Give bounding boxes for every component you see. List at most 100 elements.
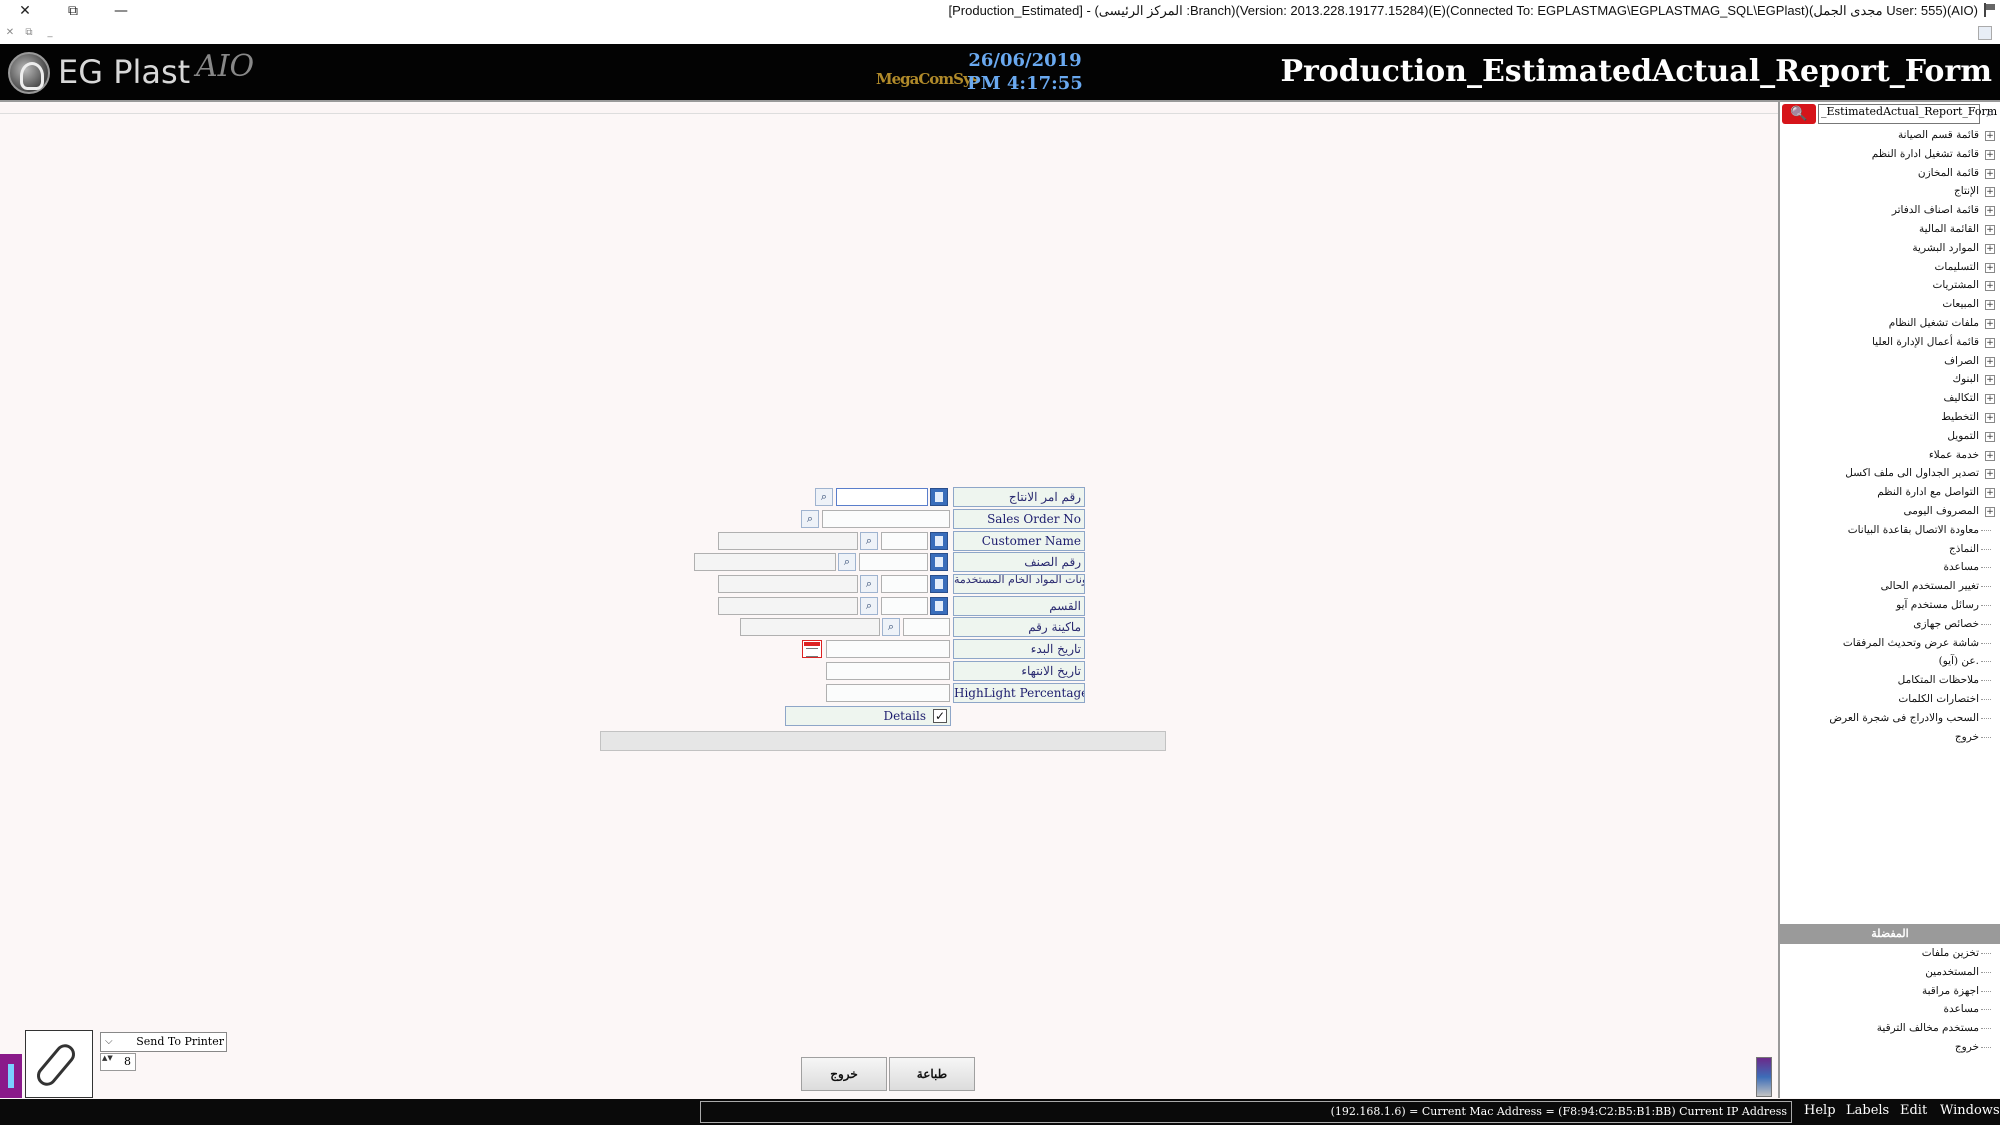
tree-item[interactable]: قائمة قسم الصيانة +	[1780, 126, 2000, 145]
spin-arrows-icon[interactable]: ▲▼	[102, 1054, 113, 1062]
lookup-list-icon[interactable]	[930, 553, 948, 571]
menu-edit[interactable]: Edit	[1900, 1103, 1927, 1118]
menu-search-input[interactable]: _EstimatedActual_Report_Form	[1818, 104, 1997, 124]
tree-item[interactable]: المشتريات +	[1780, 276, 2000, 295]
tree-item[interactable]: قائمة تشغيل ادارة النظم +	[1780, 145, 2000, 164]
menu-labels[interactable]: Labels	[1846, 1103, 1889, 1118]
expand-icon[interactable]: +	[1985, 450, 1995, 461]
tree-item[interactable]: الموارد البشرية +	[1780, 239, 2000, 258]
item-name-input[interactable]	[694, 553, 836, 571]
print-button[interactable]: طباعة	[889, 1057, 975, 1091]
tree-item[interactable]: خدمة عملاء +	[1780, 446, 2000, 465]
favorite-item[interactable]: المستخدمين	[1780, 963, 2000, 982]
expand-icon[interactable]: +	[1985, 375, 1995, 386]
expand-icon[interactable]: +	[1985, 243, 1995, 254]
tree-item[interactable]: التمويل +	[1780, 427, 2000, 446]
print-destination-select[interactable]: ⌵ Send To Printer	[100, 1032, 227, 1052]
expand-icon[interactable]: +	[1985, 318, 1995, 329]
tree-item[interactable]: التكاليف +	[1780, 389, 2000, 408]
exit-button[interactable]: خروج	[801, 1057, 887, 1091]
lookup-list-icon[interactable]	[930, 488, 948, 506]
expand-icon[interactable]: +	[1985, 168, 1995, 179]
tree-item[interactable]: مساعدة	[1780, 558, 2000, 577]
search-icon[interactable]: ⌕	[801, 510, 819, 528]
expand-icon[interactable]: +	[1985, 281, 1995, 292]
tree-item[interactable]: قائمة أعمال الإدارة العليا +	[1780, 333, 2000, 352]
materials-name-input[interactable]	[718, 575, 858, 593]
materials-code-input[interactable]	[881, 575, 928, 593]
expand-icon[interactable]: +	[1985, 224, 1995, 235]
mdi-minimize-button[interactable]: _	[43, 26, 57, 40]
lookup-list-icon[interactable]	[930, 532, 948, 550]
expand-icon[interactable]: +	[1985, 469, 1995, 480]
tree-item[interactable]: رسائل مستخدم آيو	[1780, 596, 2000, 615]
tree-item[interactable]: شاشة عرض وتحديث المرفقات	[1780, 634, 2000, 653]
tree-item[interactable]: التسليمات +	[1780, 258, 2000, 277]
favorite-item[interactable]: تخزين ملفات	[1780, 944, 2000, 963]
tree-item[interactable]: القائمة المالية +	[1780, 220, 2000, 239]
tree-item[interactable]: البنوك +	[1780, 370, 2000, 389]
search-icon[interactable]: 🔍	[1782, 104, 1816, 124]
lookup-list-icon[interactable]	[930, 575, 948, 593]
start-date-input[interactable]	[826, 640, 950, 658]
search-icon[interactable]: ⌕	[860, 532, 878, 550]
expand-icon[interactable]: +	[1985, 206, 1995, 217]
favorite-item[interactable]: خروج	[1780, 1038, 2000, 1057]
calendar-icon[interactable]	[802, 640, 822, 658]
highlight-percentage-input[interactable]	[826, 684, 950, 702]
expand-icon[interactable]: +	[1985, 300, 1995, 311]
tree-item[interactable]: قائمة اصناف الدفاتر +	[1780, 201, 2000, 220]
expand-icon[interactable]: +	[1985, 394, 1995, 405]
expand-icon[interactable]: +	[1985, 149, 1995, 160]
tree-item[interactable]: خصائص جهازى	[1780, 615, 2000, 634]
tree-item[interactable]: السحب والادراج فى شجرة العرض	[1780, 709, 2000, 728]
item-code-input[interactable]	[859, 553, 928, 571]
tree-item[interactable]: تغيير المستخدم الحالى	[1780, 577, 2000, 596]
tree-item[interactable]: تصدير الجداول الى ملف اكسل +	[1780, 464, 2000, 483]
search-icon[interactable]: ⌕	[860, 597, 878, 615]
side-tab-icon[interactable]	[0, 1054, 22, 1098]
tree-item[interactable]: التواصل مع ادارة النظم +	[1780, 483, 2000, 502]
color-palette-icon[interactable]	[1756, 1057, 1772, 1097]
search-icon[interactable]: ⌕	[882, 618, 900, 636]
tree-item[interactable]: الإنتاج +	[1780, 182, 2000, 201]
tree-item[interactable]: الصراف +	[1780, 352, 2000, 371]
expand-icon[interactable]: +	[1985, 506, 1995, 517]
end-date-input[interactable]	[826, 662, 950, 680]
search-icon[interactable]: ⌕	[860, 575, 878, 593]
tree-item[interactable]: النماذج	[1780, 540, 2000, 559]
tree-item[interactable]: التخطيط +	[1780, 408, 2000, 427]
machine-code-input[interactable]	[903, 618, 950, 636]
favorite-item[interactable]: اجهزة مراقبة	[1780, 982, 2000, 1001]
expand-icon[interactable]: +	[1985, 356, 1995, 367]
favorite-item[interactable]: مساعدة	[1780, 1000, 2000, 1019]
mdi-restore-button[interactable]: ⧉	[22, 26, 36, 40]
menu-help[interactable]: Help	[1804, 1103, 1836, 1118]
minimize-window-button[interactable]: —	[108, 0, 134, 22]
expand-icon[interactable]: +	[1985, 412, 1995, 423]
machine-name-input[interactable]	[740, 618, 880, 636]
close-window-button[interactable]: ✕	[12, 0, 38, 22]
tree-item[interactable]: معاودة الاتصال بقاعدة البيانات	[1780, 521, 2000, 540]
tree-item[interactable]: عن (آيو).	[1780, 652, 2000, 671]
restore-window-button[interactable]: ⧉	[60, 0, 86, 22]
tree-item[interactable]: ملفات تشغيل النظام +	[1780, 314, 2000, 333]
lookup-list-icon[interactable]	[930, 597, 948, 615]
expand-icon[interactable]: +	[1985, 131, 1995, 141]
details-checkbox[interactable]: ✓	[933, 709, 947, 723]
sales-order-input[interactable]	[822, 510, 950, 528]
menu-windows[interactable]: Windows	[1940, 1103, 2000, 1118]
search-icon[interactable]: ⌕	[815, 488, 833, 506]
section-name-input[interactable]	[718, 597, 858, 615]
magnifier-icon[interactable]: ⌕	[1982, 106, 1998, 122]
mdi-close-button[interactable]: ✕	[3, 26, 17, 40]
expand-icon[interactable]: +	[1985, 187, 1995, 198]
section-code-input[interactable]	[881, 597, 928, 615]
tree-item[interactable]: المبيعات +	[1780, 295, 2000, 314]
tree-item[interactable]: ملاحظات المتكامل	[1780, 671, 2000, 690]
expand-icon[interactable]: +	[1985, 262, 1995, 273]
attachment-button[interactable]	[25, 1030, 93, 1098]
tree-item[interactable]: اختصارات الكلمات	[1780, 690, 2000, 709]
tree-item[interactable]: قائمة المخازن +	[1780, 164, 2000, 183]
grid-icon[interactable]	[1978, 26, 1992, 40]
